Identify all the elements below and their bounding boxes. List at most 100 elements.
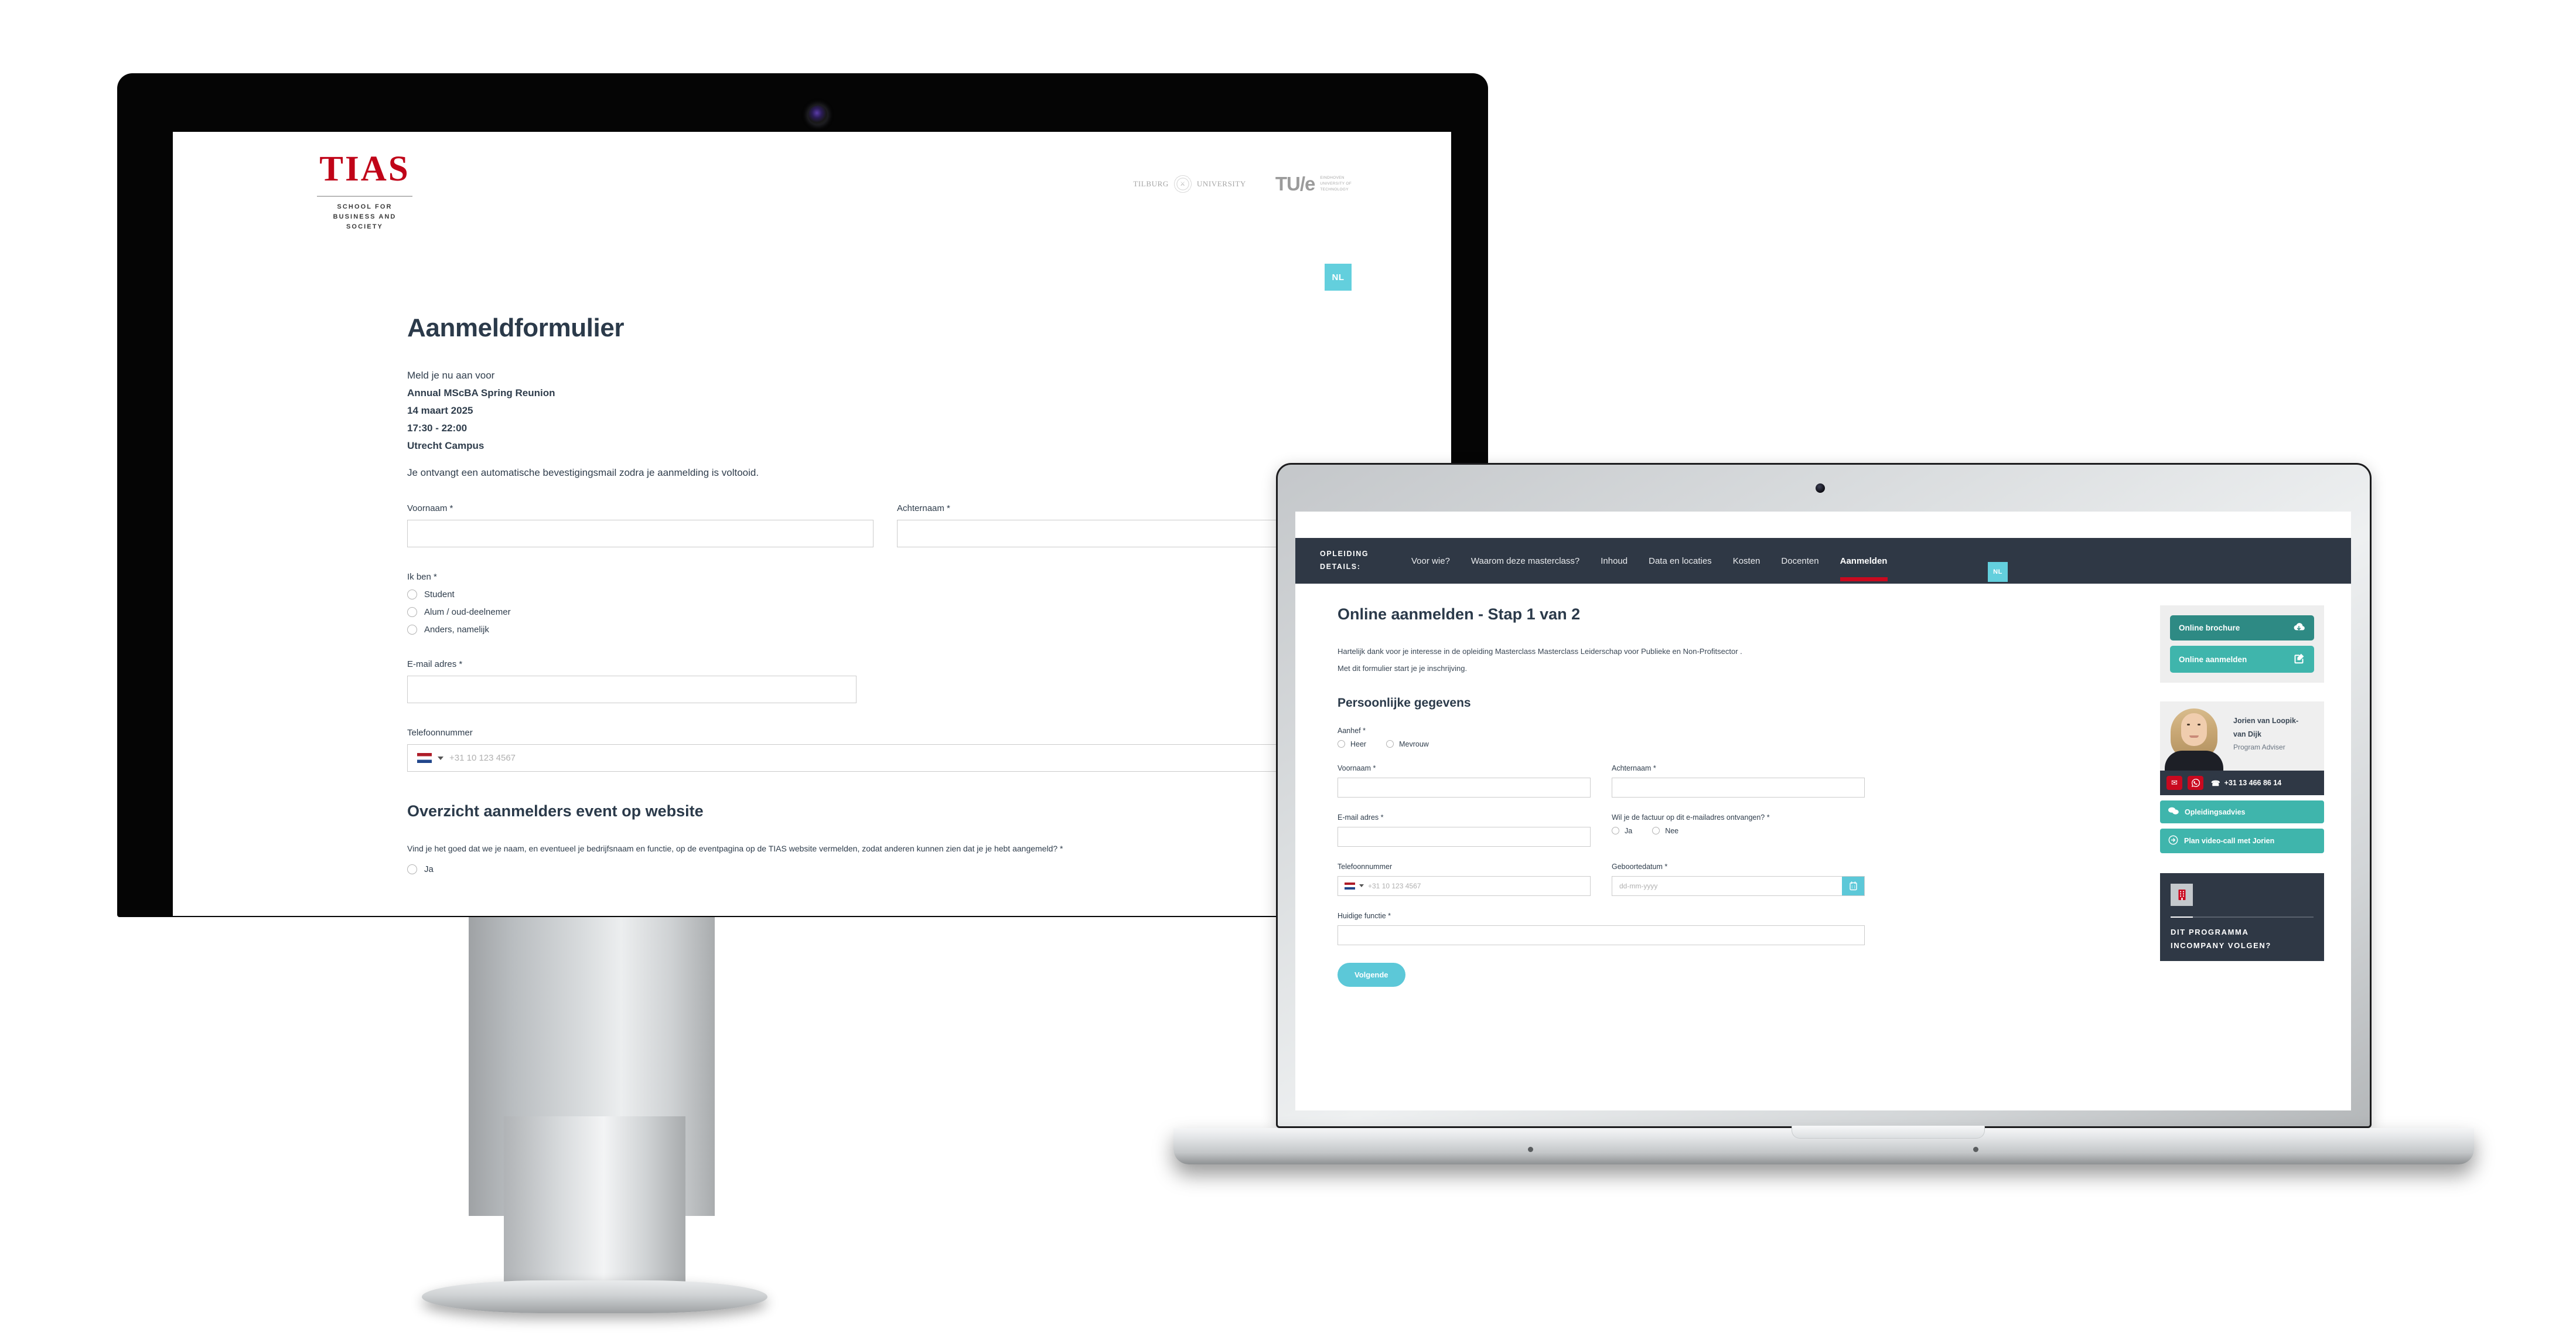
videocall-button[interactable]: Plan video-call met Jorien — [2160, 829, 2324, 853]
tias-wordmark: TIAS — [319, 149, 410, 189]
radio-factuur-ja[interactable]: Ja — [1612, 827, 1632, 835]
monitor-foot — [422, 1280, 767, 1313]
nav-item-docenten[interactable]: Docenten — [1781, 556, 1818, 566]
laptop-foot-left — [1528, 1147, 1533, 1152]
advisor-avatar — [2160, 701, 2227, 771]
advisor-name-line1: Jorien van Loopik- — [2233, 717, 2299, 725]
nav-item-data-en-locaties[interactable]: Data en locaties — [1649, 556, 1712, 566]
telefoon-input[interactable]: +31 10 123 4567 — [407, 744, 1363, 772]
radio-circle-icon[interactable] — [407, 607, 417, 617]
factuur-label: Wil je de factuur op dit e-mailadres ont… — [1612, 813, 1770, 822]
telefoon-placeholder: +31 10 123 4567 — [449, 753, 516, 763]
consent-question: Vind je het goed dat we je naam, en even… — [407, 844, 1063, 853]
logo-tagline-line2: BUSINESS AND SOCIETY — [333, 213, 397, 231]
aanmelden-label: Online aanmelden — [2179, 655, 2247, 664]
achternaam-input[interactable] — [1612, 777, 1865, 798]
language-badge-nl[interactable]: NL — [1325, 264, 1352, 291]
advisor-phone[interactable]: ☎ +31 13 466 86 14 — [2211, 779, 2281, 788]
logo-divider — [317, 195, 412, 197]
tue-wordmark: TU/e — [1275, 173, 1316, 195]
opleidingsadvies-button[interactable]: Opleidingsadvies — [2160, 800, 2324, 823]
radio-alum[interactable]: Alum / oud-deelnemer — [407, 607, 1363, 617]
webcam-icon — [808, 105, 827, 124]
page-title: Aanmeldformulier — [407, 314, 625, 342]
partner-logos: TILBURG ⚔ UNIVERSITY TU/e EINDHOVEN UNIV… — [1133, 173, 1352, 195]
email-input[interactable] — [1338, 826, 1591, 847]
whatsapp-icon[interactable] — [2188, 776, 2203, 790]
radio-student[interactable]: Student — [407, 590, 1363, 599]
radio-anders[interactable]: Anders, namelijk — [407, 625, 1363, 635]
calendar-icon[interactable] — [1842, 876, 1864, 895]
radio-circle-icon[interactable] — [407, 625, 417, 635]
laptop-email-row: E-mail adres * Wil je de factuur op dit … — [1338, 813, 1865, 847]
avatar-face — [2181, 713, 2207, 746]
voornaam-input[interactable] — [1338, 777, 1591, 798]
ikben-group: Ik ben * Student Alum / oud-deelnemer An… — [407, 572, 1363, 635]
geboortedatum-label: Geboortedatum * — [1612, 862, 1668, 871]
geboortedatum-input[interactable]: dd-mm-yyyy — [1612, 875, 1865, 896]
avatar-eye-left — [2187, 724, 2190, 725]
tue-logo: TU/e EINDHOVEN UNIVERSITY OF TECHNOLOGY — [1275, 173, 1352, 195]
radio-consent-ja[interactable]: Ja — [407, 864, 1363, 874]
next-button[interactable]: Volgende — [1338, 962, 1405, 987]
navbar-brand: OPLEIDING DETAILS: — [1320, 548, 1389, 574]
email-group: E-mail adres * — [407, 659, 1363, 703]
radio-circle-icon[interactable] — [407, 590, 417, 599]
chevron-down-icon[interactable] — [1359, 884, 1364, 887]
email-input[interactable] — [407, 676, 857, 703]
radio-factuur-nee[interactable]: Nee — [1652, 827, 1678, 835]
advisor-card: Jorien van Loopik- van Dijk Program Advi… — [2160, 701, 2324, 771]
form-paragraph-2: Met dit formulier start je je inschrijvi… — [1338, 664, 1468, 673]
laptop-foot-right — [1973, 1147, 1978, 1152]
nav-item-inhoud[interactable]: Inhoud — [1601, 556, 1628, 566]
navbar-brand-line1: OPLEIDING — [1320, 550, 1369, 558]
laptop-phone-row: Telefoonnummer +31 10 123 4567 Geboorted… — [1338, 863, 1865, 896]
section-title: Overzicht aanmelders event op website — [407, 802, 704, 820]
radio-circle-icon[interactable] — [1386, 740, 1394, 748]
desktop-screen: TIAS SCHOOL FOR BUSINESS AND SOCIETY TIL… — [173, 132, 1451, 916]
geboortedatum-placeholder[interactable]: dd-mm-yyyy — [1612, 877, 1842, 895]
language-badge-nl[interactable]: NL — [1988, 562, 2008, 582]
email-label: E-mail adres * — [407, 659, 463, 669]
laptop-screen: OPLEIDING DETAILS: Voor wie? Waarom deze… — [1295, 512, 2351, 1110]
chevron-down-icon[interactable] — [438, 756, 443, 760]
nav-item-aanmelden[interactable]: Aanmelden — [1840, 556, 1888, 566]
brochure-button[interactable]: Online brochure — [2170, 615, 2314, 640]
incompany-block[interactable]: DIT PROGRAMMA INCOMPANY VOLGEN? — [2160, 873, 2324, 961]
incompany-divider — [2171, 916, 2314, 918]
voornaam-label: Voornaam * — [407, 503, 453, 513]
sidebar-cta-box: Online brochure Online aanmelden — [2160, 605, 2324, 683]
voornaam-label: Voornaam * — [1338, 764, 1376, 772]
radio-label: Nee — [1665, 826, 1679, 835]
opleidingsadvies-label: Opleidingsadvies — [2185, 808, 2246, 816]
envelope-icon[interactable]: ✉ — [2166, 776, 2182, 790]
advisor-phone-number: +31 13 466 86 14 — [2224, 779, 2282, 787]
building-icon — [2171, 884, 2193, 906]
telefoon-input[interactable]: +31 10 123 4567 — [1338, 875, 1591, 896]
advisor-role: Program Adviser — [2233, 743, 2285, 752]
radio-circle-icon[interactable] — [407, 864, 417, 874]
functie-group: Huidige functie * — [1338, 912, 1865, 945]
videocall-label: Plan video-call met Jorien — [2184, 837, 2275, 845]
tue-line2: UNIVERSITY OF — [1320, 182, 1352, 186]
navbar-items: Voor wie? Waarom deze masterclass? Inhou… — [1411, 556, 1888, 581]
course-navbar: OPLEIDING DETAILS: Voor wie? Waarom deze… — [1295, 538, 2351, 584]
flag-nl-icon — [417, 753, 432, 763]
arrow-circle-icon — [2168, 835, 2178, 847]
functie-input[interactable] — [1338, 925, 1865, 945]
mockup-stage: TIAS SCHOOL FOR BUSINESS AND SOCIETY TIL… — [0, 0, 2576, 1339]
aanmelden-button[interactable]: Online aanmelden — [2170, 646, 2314, 673]
ikben-label: Ik ben * — [407, 572, 437, 582]
radio-heer[interactable]: Heer — [1338, 740, 1366, 748]
radio-mevrouw[interactable]: Mevrouw — [1386, 740, 1429, 748]
nav-item-waarom[interactable]: Waarom deze masterclass? — [1471, 556, 1579, 566]
nav-item-voor-wie[interactable]: Voor wie? — [1411, 556, 1450, 566]
form-content: Aanmeldformulier Meld je nu aan voor Ann… — [407, 314, 1363, 874]
laptop-telefoon-group: Telefoonnummer +31 10 123 4567 — [1338, 863, 1591, 896]
voornaam-input[interactable] — [407, 520, 874, 547]
nav-item-kosten[interactable]: Kosten — [1733, 556, 1760, 566]
radio-circle-icon[interactable] — [1652, 827, 1660, 834]
radio-circle-icon[interactable] — [1338, 740, 1345, 748]
telefoon-placeholder: +31 10 123 4567 — [1368, 881, 1421, 890]
radio-circle-icon[interactable] — [1612, 827, 1619, 834]
